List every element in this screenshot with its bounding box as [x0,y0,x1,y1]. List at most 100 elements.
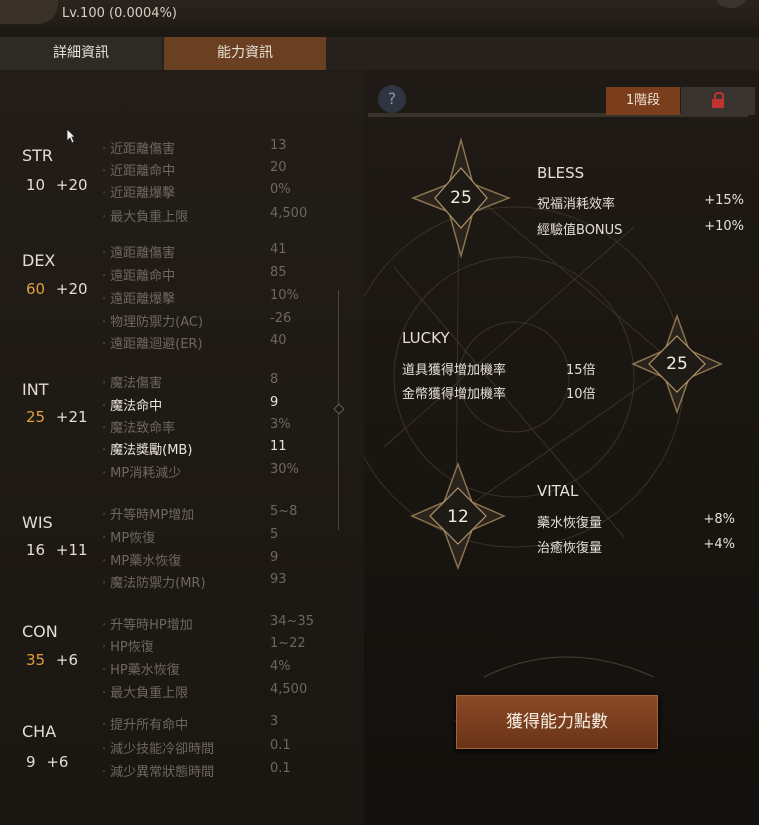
stat-detail-value: 20 [270,160,287,175]
lucky-label-2: 金幣獲得增加機率 [402,387,507,402]
stat-detail-value: 8 [270,372,279,387]
stat-detail-label: 遠距離命中 [102,265,175,284]
stat-detail-value: 0.1 [270,738,291,753]
stat-name-cha: CHA [22,722,57,741]
stat-detail-row: 魔法獎勵(MB) 11 [102,439,342,461]
stat-value: 35 +6 [26,651,78,669]
stat-detail-value: 85 [270,265,287,280]
close-button[interactable] [716,0,746,8]
stat-detail-value: 5 [270,527,279,542]
top-bar: Lv.100 (0.0004%) [0,0,759,30]
stat-detail-value: 93 [270,572,287,587]
bless-value-1: +15% [704,193,744,208]
bless-points[interactable]: 25 [441,188,481,208]
stat-value: 16 +11 [26,541,88,559]
stat-detail-value: 30% [270,462,299,477]
stat-base: 35 [26,651,46,669]
stat-detail-value: 3% [270,417,291,432]
stat-detail-label: MP恢復 [102,527,155,546]
stat-detail-label: MP藥水恢復 [102,550,181,569]
stage-tab[interactable]: 1階段 [606,87,680,115]
stat-detail-row: 遠距離命中 85 [102,265,342,287]
stat-detail-row: 升等時HP增加 34~35 [102,614,342,636]
stat-detail-value: 13 [270,138,287,153]
stat-detail-label: 魔法傷害 [102,372,162,391]
stat-name-dex: DEX [22,251,56,270]
stat-detail-value: -26 [270,311,292,326]
vital-label-1: 藥水恢復量 [537,516,603,531]
stat-detail-value: 0.1 [270,761,291,776]
stat-detail-value: 9 [270,550,279,565]
stat-detail-label: 減少技能冷卻時間 [102,738,214,757]
stat-detail-label: 近距離命中 [102,160,175,179]
stat-detail-row: 魔法傷害 8 [102,372,342,394]
stat-detail-value: 34~35 [270,614,314,629]
vital-value-1: +8% [703,512,735,527]
stat-bonus: +20 [55,176,88,194]
stat-base: 60 [26,280,46,298]
vital-title: VITAL [537,482,579,500]
stat-detail-row: 近距離爆擊 0% [102,182,342,204]
stat-detail-label: 遠距離傷害 [102,242,175,261]
stat-name-int: INT [22,380,49,399]
stat-detail-label: 升等時HP增加 [102,614,193,633]
vital-value-2: +4% [703,537,735,552]
stat-detail-label: HP恢復 [102,636,154,655]
stat-detail-value: 11 [270,439,287,454]
stat-detail-row: 遠距離傷害 41 [102,242,342,264]
stat-detail-value: 5~8 [270,504,298,519]
stat-name-wis: WIS [22,513,53,532]
stat-bonus: +6 [46,753,69,771]
stat-detail-label: HP藥水恢復 [102,659,180,678]
get-ability-points-button[interactable]: 獲得能力點數 [456,695,658,749]
stat-detail-row: 減少技能冷卻時間 0.1 [102,738,342,760]
lucky-points[interactable]: 25 [657,354,697,374]
bless-title: BLESS [537,164,585,182]
stat-detail-label: 魔法命中 [102,395,162,414]
stat-bonus: +6 [55,651,78,669]
stat-detail-label: 最大負重上限 [102,682,188,701]
lucky-value-2: 10倍 [566,387,596,402]
stat-name-str: STR [22,146,54,165]
tab-ability-info[interactable]: 能力資訊 [164,37,326,70]
stat-detail-value: 4,500 [270,682,308,697]
stat-detail-label: 升等時MP增加 [102,504,194,523]
stat-detail-row: MP消耗減少 30% [102,462,342,484]
stat-detail-row: HP恢復 1~22 [102,636,342,658]
stat-detail-row: 減少異常狀態時間 0.1 [102,761,342,783]
locked-stage-tab[interactable] [681,87,755,115]
stat-detail-label: 遠距離迴避(ER) [102,333,202,352]
stat-detail-label: 魔法致命率 [102,417,175,436]
character-emblem [0,0,58,24]
stat-value: 25 +21 [26,408,88,426]
stat-detail-label: 近距離爆擊 [102,182,175,201]
lucky-value-1: 15倍 [566,363,596,378]
stat-detail-value: 4% [270,659,291,674]
stat-bonus: +11 [55,541,88,559]
stat-detail-label: 魔法防禦力(MR) [102,572,205,591]
stat-detail-row: 最大負重上限 4,500 [102,682,342,704]
stat-detail-row: 魔法命中 9 [102,395,342,417]
mouse-cursor-icon [66,128,76,144]
stat-bonus: +21 [55,408,88,426]
stat-detail-value: 41 [270,242,287,257]
vital-points[interactable]: 12 [438,507,478,527]
stat-detail-row: 提升所有命中 3 [102,714,342,736]
stat-detail-row: 遠距離迴避(ER) 40 [102,333,342,355]
stat-detail-label: MP消耗減少 [102,462,181,481]
stat-detail-row: HP藥水恢復 4% [102,659,342,681]
stat-detail-value: 40 [270,333,287,348]
help-icon[interactable]: ? [378,85,406,113]
stat-value: 10 +20 [26,176,88,194]
stat-bonus: +20 [55,280,88,298]
stat-detail-value: 1~22 [270,636,306,651]
stat-base: 16 [26,541,46,559]
stat-detail-row: MP恢復 5 [102,527,342,549]
stat-detail-label: 最大負重上限 [102,206,188,225]
tab-detail-info[interactable]: 詳細資訊 [0,37,162,70]
stat-base: 25 [26,408,46,426]
bless-value-2: +10% [704,219,744,234]
stat-detail-label: 魔法獎勵(MB) [102,439,192,458]
stat-detail-value: 4,500 [270,206,308,221]
stat-detail-row: 升等時MP增加 5~8 [102,504,342,526]
